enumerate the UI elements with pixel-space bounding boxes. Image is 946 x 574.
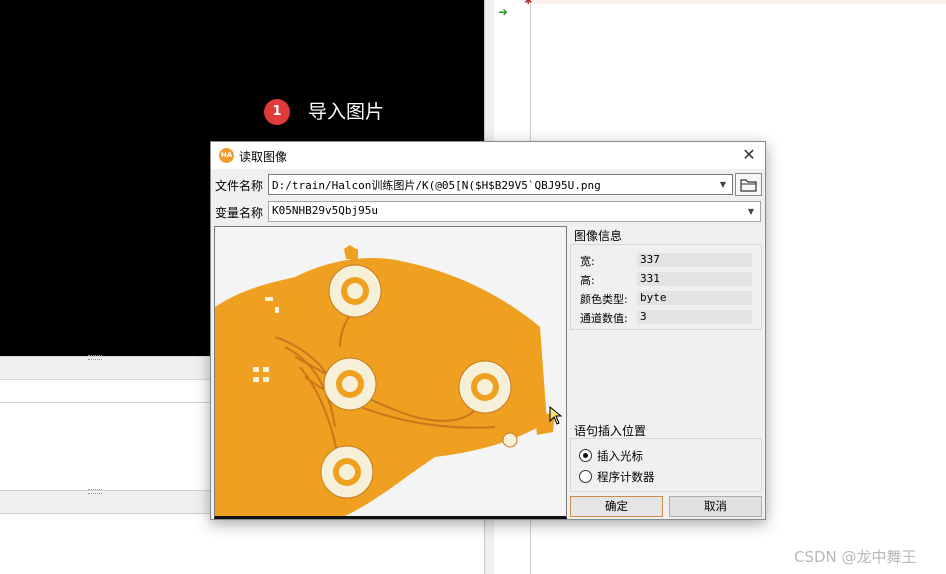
info-key-color-type: 颜色类型: — [580, 293, 628, 306]
cancel-button[interactable]: 取消 — [669, 496, 762, 517]
info-key-channels: 通道数值: — [580, 312, 628, 325]
info-value-width: 337 — [637, 253, 752, 267]
browse-button[interactable] — [735, 173, 762, 196]
info-key-width: 宽: — [580, 255, 595, 268]
radio-button-selected[interactable] — [579, 449, 592, 462]
radio-label: 插入光标 — [597, 449, 643, 463]
radio-button[interactable] — [579, 470, 592, 483]
image-preview — [214, 226, 567, 519]
read-image-dialog: HA 读取图像 ✕ 文件名称 D:/train/Halcon训练图片/K(@05… — [210, 141, 766, 520]
current-line-highlight — [531, 0, 946, 4]
insert-position-group: 插入光标 程序计数器 — [570, 438, 762, 492]
info-value-color-type: byte — [637, 291, 752, 305]
folder-icon — [740, 179, 757, 192]
arrow-icon: ➜ — [498, 5, 509, 19]
file-name-value[interactable]: D:/train/Halcon训练图片/K(@05[N($H$B29V5`QBJ… — [272, 177, 601, 193]
info-value-channels: 3 — [637, 310, 752, 324]
variable-name-value[interactable]: K05NHB29v5Qbj95u — [272, 204, 378, 217]
file-name-label: 文件名称 — [215, 179, 264, 193]
image-info-group: 宽: 337 高: 331 颜色类型: byte 通道数值: 3 — [570, 244, 762, 330]
dropdown-arrow-icon[interactable]: ▼ — [714, 175, 732, 194]
info-value-height: 331 — [637, 272, 752, 286]
pcb-image — [215, 227, 566, 516]
close-icon[interactable]: ✕ — [737, 144, 761, 166]
watermark: CSDN @龙中舞王 — [794, 548, 917, 566]
file-name-combo[interactable]: D:/train/Halcon训练图片/K(@05[N($H$B29V5`QBJ… — [268, 174, 733, 195]
step-badge: 1 — [264, 99, 290, 125]
dropdown-arrow-icon[interactable]: ▼ — [742, 202, 760, 221]
app-icon: HA — [219, 148, 234, 163]
dialog-titlebar[interactable]: HA 读取图像 ✕ — [211, 142, 765, 169]
step-label: 导入图片 — [308, 101, 385, 123]
ok-button[interactable]: 确定 — [570, 496, 663, 517]
dialog-title: 读取图像 — [239, 150, 288, 164]
info-key-height: 高: — [580, 274, 595, 287]
resize-grip[interactable] — [88, 489, 102, 494]
variable-name-label: 变量名称 — [215, 206, 264, 220]
resize-grip[interactable] — [88, 355, 102, 360]
insert-position-title: 语句插入位置 — [574, 424, 647, 438]
variable-name-combo[interactable]: K05NHB29v5Qbj95u ▼ — [268, 201, 761, 222]
radio-label: 程序计数器 — [597, 470, 655, 484]
image-info-title: 图像信息 — [574, 229, 623, 243]
breakpoint-icon: ✱ — [524, 0, 533, 7]
mouse-cursor-icon — [549, 406, 563, 425]
